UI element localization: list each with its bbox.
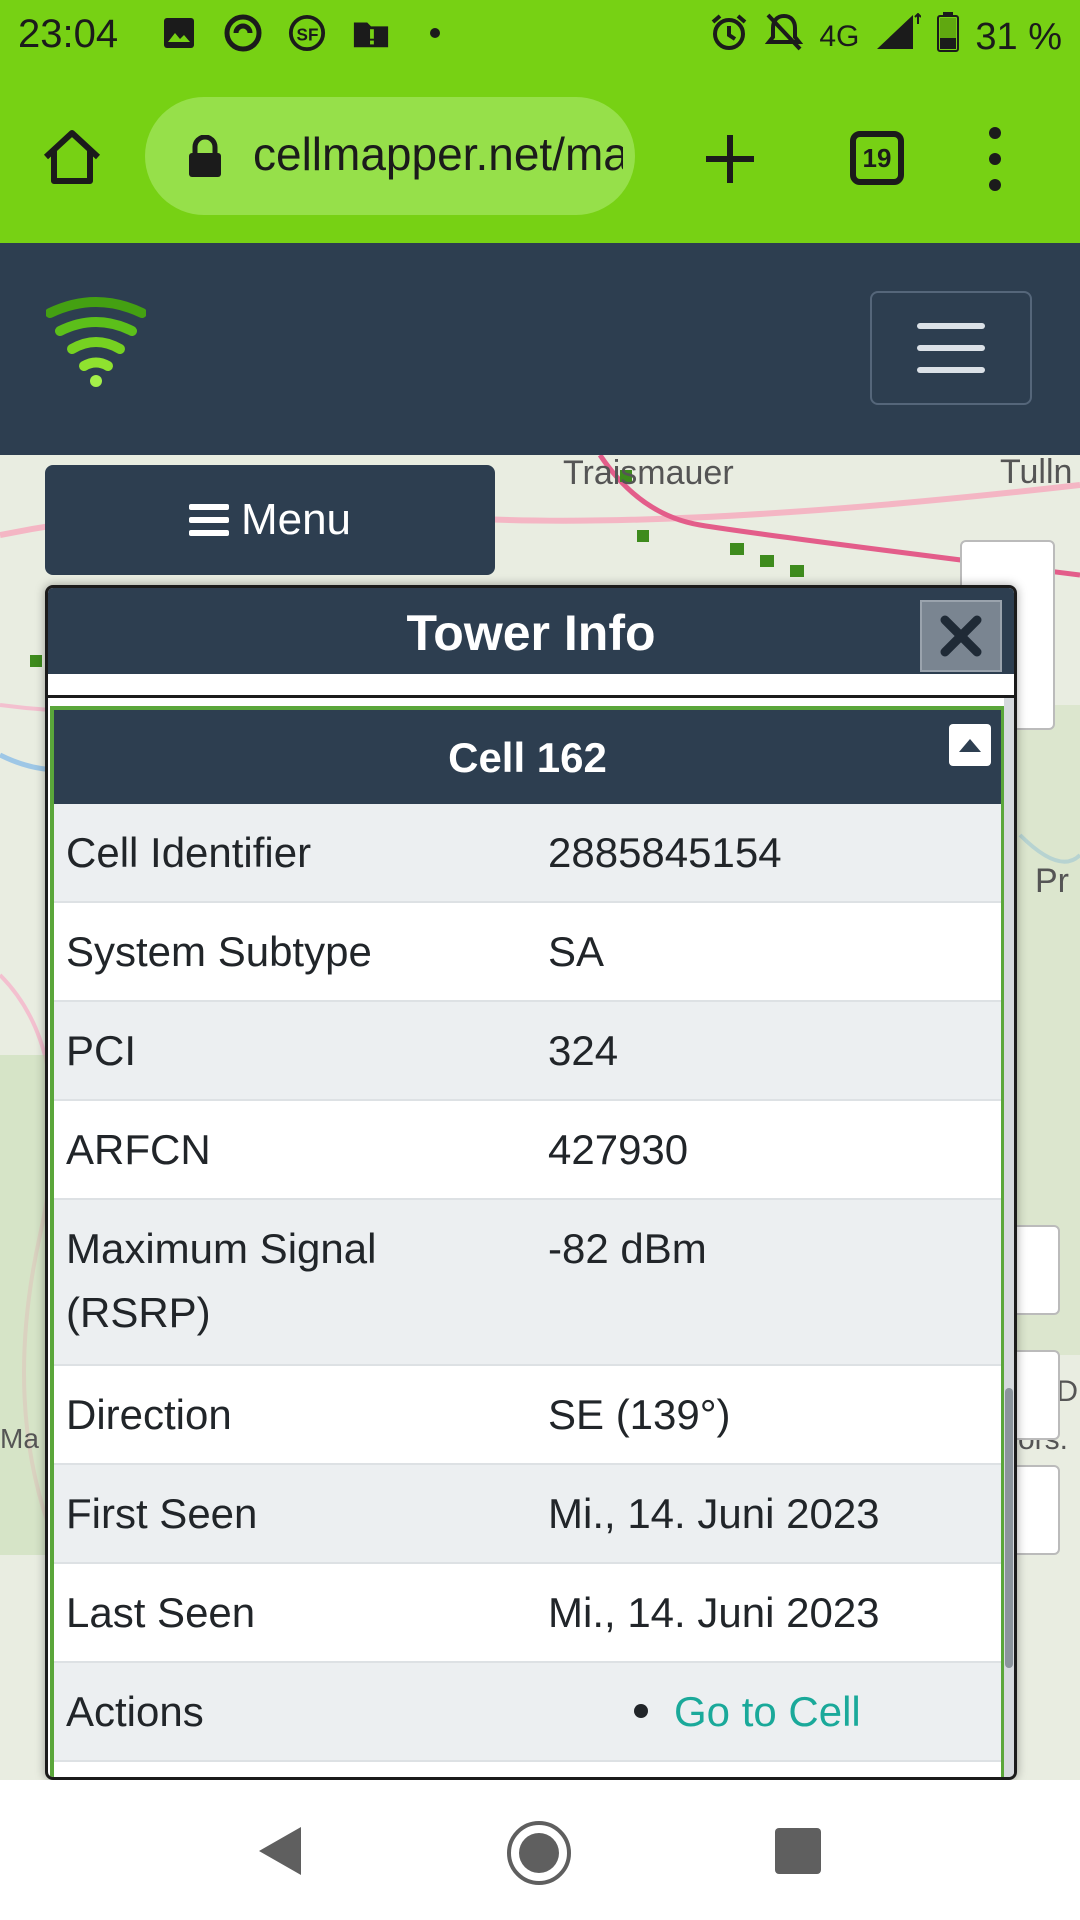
hamburger-line bbox=[917, 345, 985, 351]
home-circle-icon bbox=[507, 1821, 571, 1885]
caret-up-icon bbox=[959, 739, 981, 752]
menu-button[interactable]: Menu bbox=[45, 465, 495, 575]
table-row-system-subtype: System Subtype SA bbox=[54, 903, 1001, 1002]
bullet-icon bbox=[634, 1703, 648, 1718]
row-label: Actions bbox=[66, 1688, 204, 1735]
map-label-tulln: Tulln bbox=[1000, 455, 1073, 491]
panel-scrollbar[interactable] bbox=[1004, 698, 1014, 1777]
go-to-cell-link[interactable]: Go to Cell bbox=[674, 1688, 861, 1735]
map-help-button[interactable] bbox=[1010, 1465, 1060, 1555]
plus-icon bbox=[706, 135, 754, 183]
table-row-actions: Actions Go to Cell bbox=[54, 1663, 1001, 1762]
actions-list: Go to Cell bbox=[634, 1680, 861, 1744]
gallery-icon bbox=[160, 14, 198, 52]
browser-toolbar: cellmapper.net/map 19 bbox=[0, 75, 1080, 243]
row-label: PCI bbox=[66, 1027, 137, 1074]
row-label: System Subtype bbox=[66, 928, 372, 975]
tower-info-panel: Tower Info Cell 162 Cell Identifier 2885… bbox=[45, 585, 1017, 1780]
sync-icon bbox=[224, 14, 262, 52]
status-right: 4G 31 % bbox=[709, 12, 1062, 62]
row-value: -82 dBm bbox=[548, 1225, 707, 1272]
status-bar: 23:04 SF 4G 31 % bbox=[0, 0, 1080, 75]
row-label: Cell Identifier bbox=[66, 829, 312, 876]
cell-info-table: Cell Identifier 2885845154 System Subtyp… bbox=[54, 804, 1001, 1777]
menu-bar-line bbox=[188, 530, 229, 536]
tab-switcher-button[interactable]: 19 bbox=[850, 131, 904, 185]
kebab-dot bbox=[989, 127, 1001, 139]
kebab-dot bbox=[989, 153, 1001, 165]
scrollbar-thumb[interactable] bbox=[1005, 1388, 1013, 1668]
collapse-button[interactable] bbox=[949, 724, 991, 766]
menu-bars-icon bbox=[188, 504, 229, 536]
recent-apps-button[interactable] bbox=[775, 1828, 821, 1874]
url-bar[interactable]: cellmapper.net/map bbox=[145, 97, 635, 215]
table-row-cell-identifier: Cell Identifier 2885845154 bbox=[54, 804, 1001, 903]
row-label: Last Seen bbox=[66, 1589, 256, 1636]
table-row-partial bbox=[54, 1762, 1001, 1777]
map-draw-button[interactable] bbox=[1010, 1350, 1060, 1440]
row-value: Mi., 14. Juni 2023 bbox=[548, 1589, 880, 1636]
cell-card: Cell 162 Cell Identifier 2885845154 Syst… bbox=[50, 706, 1005, 1777]
cell-title: Cell 162 bbox=[448, 734, 607, 781]
row-label: ARFCN bbox=[66, 1126, 211, 1173]
system-nav-bar bbox=[0, 1780, 1080, 1920]
map-search-button[interactable] bbox=[1010, 1225, 1060, 1315]
cellmapper-logo[interactable] bbox=[45, 293, 147, 388]
hamburger-line bbox=[917, 323, 985, 329]
row-value: SA bbox=[548, 928, 605, 975]
navbar-toggle-button[interactable] bbox=[870, 291, 1032, 405]
svg-text:SF: SF bbox=[297, 26, 319, 45]
menu-bar-line bbox=[188, 504, 229, 510]
table-row-first-seen: First Seen Mi., 14. Juni 2023 bbox=[54, 1465, 1001, 1564]
status-time: 23:04 bbox=[18, 12, 119, 56]
notifications-off-icon bbox=[765, 12, 804, 62]
row-value: 324 bbox=[548, 1027, 619, 1074]
menu-button-label: Menu bbox=[240, 495, 352, 544]
table-row-pci: PCI 324 bbox=[54, 1002, 1001, 1101]
alarm-icon bbox=[709, 12, 749, 62]
hamburger-line bbox=[917, 367, 985, 373]
row-label: First Seen bbox=[66, 1490, 258, 1537]
table-row-direction: Direction SE (139°) bbox=[54, 1366, 1001, 1465]
kebab-dot bbox=[989, 179, 1001, 191]
dot-icon bbox=[416, 14, 454, 52]
row-value: SE (139°) bbox=[548, 1391, 731, 1438]
table-row-arfcn: ARFCN 427930 bbox=[54, 1101, 1001, 1200]
menu-bar-line bbox=[188, 517, 229, 523]
row-label: Direction bbox=[66, 1391, 232, 1438]
signal-icon bbox=[875, 12, 923, 61]
network-type: 4G bbox=[819, 20, 860, 53]
back-button[interactable] bbox=[255, 1825, 305, 1882]
table-row-max-signal: Maximum Signal (RSRP) -82 dBm bbox=[54, 1200, 1001, 1366]
signal-waves-icon bbox=[45, 297, 147, 387]
url-text: cellmapper.net/map bbox=[253, 128, 623, 180]
close-icon bbox=[940, 615, 982, 657]
more-menu-button[interactable] bbox=[980, 127, 1010, 191]
panel-divider bbox=[48, 674, 1014, 698]
sf-icon: SF bbox=[288, 14, 326, 52]
home-button[interactable] bbox=[40, 125, 104, 189]
home-nav-button[interactable] bbox=[506, 1820, 572, 1891]
table-row-last-seen: Last Seen Mi., 14. Juni 2023 bbox=[54, 1564, 1001, 1663]
new-tab-button[interactable] bbox=[700, 129, 760, 189]
battery-icon bbox=[937, 12, 960, 62]
map-label-traismauer: Traismauer bbox=[563, 455, 734, 492]
row-label: Maximum Signal (RSRP) bbox=[66, 1225, 377, 1336]
home-icon bbox=[43, 130, 101, 184]
tower-info-header: Tower Info bbox=[48, 588, 1014, 674]
row-value: 2885845154 bbox=[548, 829, 782, 876]
lock-icon bbox=[187, 134, 223, 177]
tower-info-title: Tower Info bbox=[406, 605, 656, 661]
map-label-pre: Pr bbox=[1035, 862, 1069, 900]
back-triangle-icon bbox=[259, 1827, 301, 1875]
site-header bbox=[0, 243, 1080, 455]
battery-level: 31 % bbox=[975, 15, 1062, 58]
close-button[interactable] bbox=[920, 600, 1002, 672]
status-left-icons: SF bbox=[160, 14, 454, 52]
row-value: 427930 bbox=[548, 1126, 689, 1173]
cell-header[interactable]: Cell 162 bbox=[54, 710, 1001, 804]
alert-folder-icon bbox=[352, 14, 390, 52]
map-corner-label: Ma bbox=[0, 1423, 39, 1454]
row-value: Mi., 14. Juni 2023 bbox=[548, 1490, 880, 1537]
